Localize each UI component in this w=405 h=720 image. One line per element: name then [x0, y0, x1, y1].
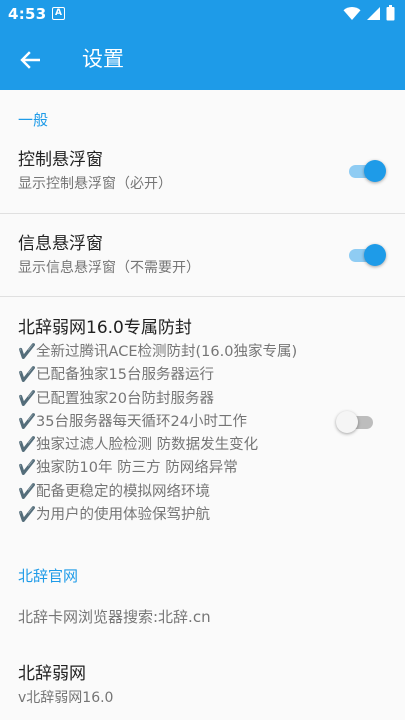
pref-weaknet-summary: ✔️全新过腾讯ACE检测防封(16.0独家专属) ✔️已配备独家15台服务器运行…	[18, 341, 297, 527]
control-overlay-switch[interactable]	[347, 159, 387, 183]
status-time: 4:53	[8, 5, 47, 23]
pref-about-version: v北辞弱网16.0	[18, 690, 114, 706]
feature-line: ✔️为用户的使用体验保驾护航	[18, 507, 211, 524]
status-icons	[343, 5, 395, 21]
pref-control-title: 控制悬浮窗	[18, 150, 103, 170]
pref-control-overlay[interactable]: 控制悬浮窗 显示控制悬浮窗（必开）	[0, 138, 405, 214]
pref-about[interactable]: 北辞弱网 v北辞弱网16.0	[0, 647, 405, 720]
feature-line: ✔️配备更稳定的模拟网络环境	[18, 483, 211, 500]
status-bar: 4:53 A	[0, 0, 405, 28]
pref-weaknet-antiban[interactable]: 北辞弱网16.0专属防封 ✔️全新过腾讯ACE检测防封(16.0独家专属) ✔️…	[0, 297, 405, 542]
pref-info-summary: 显示信息悬浮窗（不需要开）	[18, 260, 200, 276]
wifi-icon	[343, 6, 361, 20]
pref-info-overlay[interactable]: 信息悬浮窗 显示信息悬浮窗（不需要开）	[0, 214, 405, 296]
category-official-header: 北辞官网	[18, 567, 79, 585]
info-overlay-switch[interactable]	[347, 243, 387, 267]
category-general-header: 一般	[18, 111, 49, 129]
pref-weaknet-title: 北辞弱网16.0专属防封	[18, 318, 192, 338]
pref-control-summary: 显示控制悬浮窗（必开）	[18, 176, 172, 192]
pref-browser-title: 北辞卡网浏览器搜索:北辞.cn	[18, 608, 211, 626]
pref-about-title: 北辞弱网	[18, 664, 86, 684]
pref-browser-search[interactable]: 北辞卡网浏览器搜索:北辞.cn	[0, 595, 405, 647]
page-title: 设置	[82, 47, 124, 71]
feature-line: ✔️全新过腾讯ACE检测防封(16.0独家专属)	[18, 344, 298, 360]
signal-icon	[367, 6, 380, 20]
notification-icon: A	[52, 7, 65, 20]
feature-line: ✔️已配置独家20台防封服务器	[18, 390, 215, 407]
feature-line: ✔️独家防10年 防三方 防网络异常	[18, 460, 238, 477]
pref-info-title: 信息悬浮窗	[18, 234, 103, 254]
arrow-left-icon	[20, 51, 40, 69]
feature-line: ✔️35台服务器每天循环24小时工作	[18, 413, 247, 430]
feature-line: ✔️已配备独家15台服务器运行	[18, 367, 215, 384]
battery-icon	[386, 5, 395, 21]
app-bar: 4:53 A 设置	[0, 0, 405, 90]
weaknet-antiban-switch[interactable]	[336, 410, 377, 434]
back-button[interactable]	[14, 44, 46, 76]
feature-line: ✔️独家过滤人脸检测 防数据发生变化	[18, 437, 259, 454]
